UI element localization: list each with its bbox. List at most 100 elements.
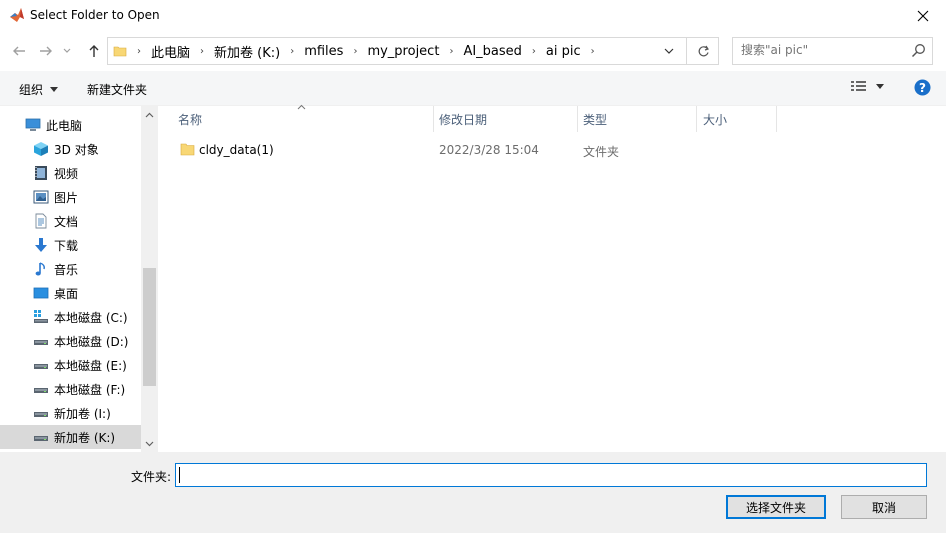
nav-item[interactable]: 下载 [0, 233, 141, 257]
nav-item-label: 视频 [54, 166, 79, 181]
column-divider[interactable] [776, 106, 777, 132]
chevron-up-icon [145, 112, 154, 117]
nav-scrollbar[interactable] [141, 106, 158, 452]
file-type: 文件夹 [583, 145, 620, 159]
scroll-up-button[interactable] [141, 106, 158, 123]
scroll-thumb[interactable] [143, 268, 156, 386]
computer-icon [24, 116, 42, 134]
chevron-down-icon [876, 83, 884, 89]
drive-icon [32, 332, 50, 350]
help-icon: ? [914, 79, 931, 96]
breadcrumb-separator-icon[interactable]: › [348, 46, 362, 57]
nav-item[interactable]: 本地磁盘 (C:) [0, 305, 141, 329]
search-icon [911, 44, 925, 58]
file-date: 2022/3/28 15:04 [439, 143, 539, 157]
search-input[interactable] [739, 42, 909, 58]
nav-item-label: 新加卷 (I:) [54, 406, 111, 421]
nav-item[interactable]: 本地磁盘 (D:) [0, 329, 141, 353]
close-icon [917, 10, 929, 21]
breadcrumb-item[interactable]: 新加卷 (K:) [209, 42, 285, 61]
nav-item-label: 本地磁盘 (F:) [54, 382, 126, 397]
address-bar[interactable]: › 此电脑 › 新加卷 (K:) › mfiles › my_project › AI_based… [107, 37, 719, 65]
navigation-row: › 此电脑 › 新加卷 (K:) › mfiles › my_project › AI_based… [0, 31, 946, 71]
column-header-name[interactable]: 名称 [178, 106, 202, 132]
file-row[interactable]: cldy_data(1) 2022/3/28 15:04 文件夹 [173, 139, 733, 161]
address-dropdown-button[interactable] [655, 38, 683, 64]
organize-menu[interactable]: 组织 [19, 81, 59, 98]
recent-locations-button[interactable] [60, 41, 74, 61]
breadcrumb-item[interactable]: ai pic [541, 44, 586, 59]
details-view-icon [851, 81, 866, 91]
cancel-button[interactable]: 取消 [841, 495, 927, 519]
nav-item[interactable]: 新加卷 (I:) [0, 401, 141, 425]
file-list: 名称 修改日期 类型 大小 cldy_data(1) 2022/3/28 15:… [159, 103, 946, 452]
breadcrumb-separator-icon[interactable]: › [132, 46, 146, 57]
help-button[interactable]: ? [914, 79, 931, 99]
search-box[interactable] [732, 37, 933, 65]
breadcrumb-item[interactable]: AI_based [458, 44, 526, 59]
breadcrumb-separator-icon[interactable]: › [195, 46, 209, 57]
column-header-date[interactable]: 修改日期 [439, 106, 487, 132]
drive-icon [32, 428, 50, 446]
select-folder-button[interactable]: 选择文件夹 [726, 495, 826, 519]
nav-item[interactable]: 本地磁盘 (E:) [0, 353, 141, 377]
breadcrumb-separator-icon[interactable]: › [586, 46, 600, 57]
nav-item-label: 桌面 [54, 286, 79, 301]
nav-item[interactable]: 新加卷 (K:) [0, 425, 141, 449]
nav-item[interactable]: 此电脑 [0, 113, 141, 137]
nav-item[interactable]: 桌面 [0, 281, 141, 305]
breadcrumb-item[interactable]: 此电脑 [146, 42, 195, 61]
column-header-type[interactable]: 类型 [583, 106, 607, 132]
nav-item-label: 3D 对象 [54, 142, 99, 157]
system-drive-icon [32, 308, 50, 326]
column-divider[interactable] [577, 106, 578, 132]
nav-item[interactable]: 文档 [0, 209, 141, 233]
nav-item[interactable]: 本地磁盘 (F:) [0, 377, 141, 401]
breadcrumb-item[interactable]: mfiles [299, 44, 348, 59]
scroll-down-button[interactable] [141, 435, 158, 452]
column-divider[interactable] [433, 106, 434, 132]
folder-input[interactable] [180, 465, 924, 487]
folder-field[interactable] [175, 463, 927, 487]
nav-item[interactable]: 3D 对象 [0, 137, 141, 161]
chevron-down-icon [145, 441, 154, 446]
breadcrumb-item[interactable]: my_project [362, 44, 444, 59]
chevron-down-icon [664, 48, 674, 54]
sort-ascending-icon [297, 103, 306, 113]
column-header-size[interactable]: 大小 [703, 106, 727, 132]
chevron-down-icon [63, 48, 71, 53]
documents-icon [32, 212, 50, 230]
music-icon [32, 260, 50, 278]
download-icon [32, 236, 50, 254]
up-button[interactable] [84, 41, 104, 61]
navigation-pane: 此电脑 3D 对象视频图片文档下载音乐桌面本地磁盘 (C:) 本地磁盘 (D:) 本地… [0, 106, 158, 452]
bottom-panel: 文件夹: 选择文件夹 取消 [0, 452, 946, 533]
refresh-button[interactable] [686, 38, 719, 64]
back-button[interactable] [9, 41, 29, 61]
drive-icon [32, 380, 50, 398]
forward-button[interactable] [36, 41, 56, 61]
text-caret [179, 467, 180, 483]
svg-text:?: ? [919, 81, 926, 95]
forward-arrow-icon [40, 46, 52, 56]
new-folder-button[interactable]: 新建文件夹 [87, 81, 147, 98]
breadcrumb-separator-icon[interactable]: › [444, 46, 458, 57]
nav-item[interactable]: 视频 [0, 161, 141, 185]
drive-icon [32, 404, 50, 422]
close-button[interactable] [900, 0, 946, 31]
pictures-icon [32, 188, 50, 206]
nav-item[interactable]: 音乐 [0, 257, 141, 281]
breadcrumb-separator-icon[interactable]: › [527, 46, 541, 57]
nav-item-label: 本地磁盘 (E:) [54, 358, 127, 373]
nav-item-label: 此电脑 [46, 118, 83, 133]
nav-item-label: 下载 [54, 238, 79, 253]
up-arrow-icon [89, 45, 99, 57]
column-divider[interactable] [696, 106, 697, 132]
3d-objects-icon [32, 140, 50, 158]
breadcrumb-separator-icon[interactable]: › [285, 46, 299, 57]
nav-item[interactable]: 图片 [0, 185, 141, 209]
nav-item-label: 文档 [54, 214, 79, 229]
nav-item-label: 音乐 [54, 262, 79, 277]
breadcrumb: › 此电脑 › 新加卷 (K:) › mfiles › my_project › AI_based… [132, 38, 600, 64]
view-options-button[interactable] [850, 79, 884, 93]
